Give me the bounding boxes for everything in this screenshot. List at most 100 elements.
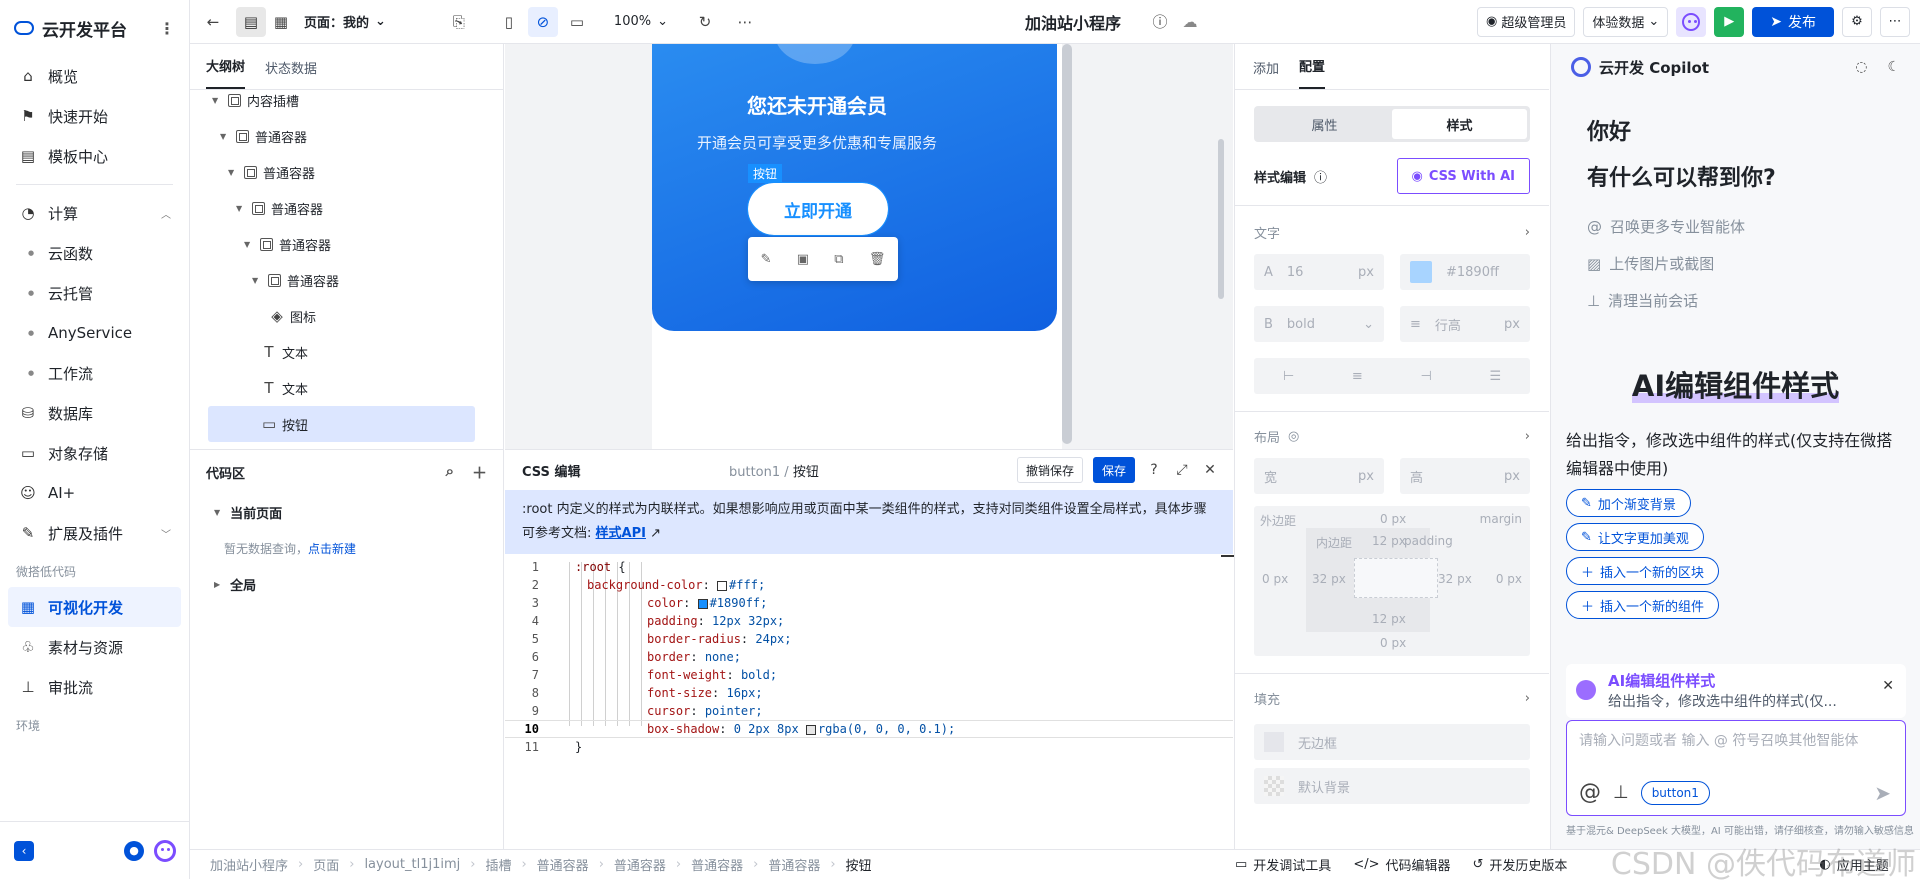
section-fill[interactable]: 填充 › [1235, 680, 1549, 716]
tree-node[interactable]: ▼ 普通容器 [190, 262, 503, 298]
font-size-field[interactable]: A 16 px [1254, 254, 1384, 290]
code-line[interactable]: 3 color: #1890ff; [505, 594, 1233, 612]
suggestion-chip[interactable]: ＋ 插入一个新的组件 [1566, 591, 1720, 619]
send-icon[interactable]: ➤ [1874, 783, 1891, 803]
more-button[interactable]: ⋯ [1880, 6, 1910, 37]
add-page-icon[interactable]: ⎘ [444, 7, 474, 37]
breadcrumb-item[interactable]: 插槽 [485, 855, 511, 874]
tree-node[interactable]: T 文本 [190, 370, 503, 406]
dev-tools-button[interactable]: ▭ 开发调试工具 [1235, 855, 1331, 874]
copilot-toggle-button[interactable] [1676, 6, 1707, 37]
color-swatch-icon[interactable] [717, 580, 728, 591]
color-swatch-icon[interactable] [805, 724, 816, 735]
segment-props[interactable]: 属性 [1257, 109, 1392, 139]
code-line[interactable]: 11} [505, 738, 1233, 756]
current-page-group[interactable]: ▼ 当前页面 [190, 494, 503, 530]
nav-anyservice[interactable]: ● AnyService [8, 313, 181, 353]
nav-visual-dev[interactable]: ▦ 可视化开发 [8, 587, 181, 627]
publish-button[interactable]: ➤ 发布 [1752, 6, 1834, 37]
suggestion-chip[interactable]: ✎ 让文字更加美观 [1566, 523, 1704, 551]
line-height-field[interactable]: ≡ 行高 px [1400, 306, 1530, 342]
hero-subtitle[interactable]: 开通会员可享受更多优惠和专属服务 [652, 132, 982, 153]
refresh-icon[interactable]: ↻ [690, 7, 720, 37]
tree-node[interactable]: T 文本 [190, 334, 503, 370]
back-arrow-icon[interactable]: ← [198, 7, 228, 37]
settings-button[interactable]: ⚙ [1842, 6, 1872, 37]
user-avatar-icon[interactable]: ● [124, 840, 144, 861]
section-layout[interactable]: 布局 ◎ › [1235, 418, 1549, 454]
caret-down-icon[interactable]: ▼ [228, 168, 238, 177]
moon-icon[interactable]: ☾ [1887, 59, 1900, 75]
page-selector[interactable]: 页面：我的 ⌄ [296, 12, 394, 31]
component-layout-icon[interactable]: ▦ [266, 7, 296, 37]
code-line[interactable]: 1:root { [505, 558, 1233, 576]
breadcrumb-item[interactable]: layout_tl1j1imj [364, 857, 460, 872]
tree-node[interactable]: ▼ 内容插槽 [190, 82, 503, 118]
section-text[interactable]: 文字 › [1235, 214, 1549, 250]
caret-down-icon[interactable]: ▼ [220, 132, 230, 141]
color-swatch-icon[interactable] [697, 598, 708, 609]
search-icon[interactable]: ⌕ [446, 462, 454, 483]
code-line[interactable]: 8 font-size: 16px; [505, 684, 1233, 702]
canvas-outer-scrollbar[interactable] [1218, 139, 1224, 299]
height-field[interactable]: 高 px [1400, 458, 1530, 494]
nav-extensions[interactable]: ✎ 扩展及插件 ﹀ [8, 513, 181, 553]
tree-node[interactable]: ◈ 图标 [190, 298, 503, 334]
at-icon[interactable]: @ [1579, 782, 1601, 804]
member-hero-card[interactable]: 您还未开通会员 开通会员可享受更多优惠和专属服务 按钮 立即开通 ✎ ▣ ⧉ 🗑 [652, 44, 1057, 331]
padding-right-value[interactable]: 32 px [1438, 572, 1472, 586]
context-tag[interactable]: button1 [1640, 781, 1710, 805]
tree-node[interactable]: ▼ 普通容器 [190, 226, 503, 262]
desktop-view-icon[interactable]: ▭ [562, 7, 592, 37]
font-color-field[interactable]: #1890ff [1400, 254, 1530, 290]
padding-bottom-value[interactable]: 12 px [1372, 612, 1406, 626]
tree-node[interactable]: ▼ 普通容器 [190, 118, 503, 154]
code-line[interactable]: 7 font-weight: bold; [505, 666, 1233, 684]
nav-compute[interactable]: ◔ 计算 ︿ [8, 193, 181, 233]
breadcrumb-item[interactable]: 普通容器 [768, 855, 820, 874]
padding-top-value[interactable]: 12 px [1372, 534, 1406, 548]
align-right-icon[interactable]: ⊣ [1420, 369, 1431, 384]
code-line[interactable]: 6 border: none; [505, 648, 1233, 666]
close-icon[interactable]: ✕ [1201, 462, 1219, 478]
active-agent-card[interactable]: AI编辑组件样式 给出指令，修改选中组件的样式(仅... ✕ [1566, 664, 1906, 718]
admin-role-button[interactable]: ◉ 超级管理员 [1476, 6, 1576, 37]
breadcrumb-item[interactable]: 普通容器 [537, 855, 589, 874]
data-mode-select[interactable]: 体验数据 ⌄ [1583, 6, 1669, 37]
nav-assets[interactable]: ♧ 素材与资源 [8, 627, 181, 667]
tree-node[interactable]: ▼ 普通容器 [190, 190, 503, 226]
undo-save-button[interactable]: 撤销保存 [1016, 457, 1083, 483]
miniprogram-view-icon[interactable]: ⊘ [527, 6, 558, 37]
margin-right-value[interactable]: 0 px [1496, 572, 1522, 586]
border-field[interactable]: 无边框 [1254, 724, 1530, 760]
caret-down-icon[interactable]: ▼ [236, 204, 246, 213]
style-api-link[interactable]: 样式API [596, 526, 646, 541]
width-field[interactable]: 宽 px [1254, 458, 1384, 494]
align-center-icon[interactable]: ≡ [1352, 369, 1363, 384]
nav-workflow[interactable]: ● 工作流 [8, 353, 181, 393]
open-membership-button[interactable]: 立即开通 [747, 182, 889, 236]
expand-icon[interactable]: ⤢ [1173, 462, 1191, 478]
preview-play-button[interactable]: ▶ [1714, 6, 1745, 37]
nav-ai[interactable]: ☺ AI+ [8, 473, 181, 513]
margin-bottom-value[interactable]: 0 px [1380, 636, 1406, 650]
create-query-link[interactable]: 点击新建 [308, 540, 356, 557]
help-icon[interactable]: ? [1145, 462, 1163, 478]
nav-cloud-function[interactable]: ● 云函数 [8, 233, 181, 273]
eye-icon[interactable]: ◎ [1288, 429, 1299, 444]
collapse-sidebar-icon[interactable]: ‹ [14, 840, 34, 861]
nav-cloud-hosting[interactable]: ● 云托管 [8, 273, 181, 313]
nav-storage[interactable]: ▭ 对象存储 [8, 433, 181, 473]
suggestion-chip[interactable]: ＋ 插入一个新的区块 [1566, 557, 1720, 585]
new-chat-icon[interactable]: ◌ [1855, 59, 1867, 75]
code-line[interactable]: 4 padding: 12px 32px; [505, 612, 1233, 630]
page-list-icon[interactable]: ▤ [236, 6, 266, 37]
breadcrumb-item[interactable]: 加油站小程序 [210, 855, 288, 874]
copilot-icon[interactable] [154, 839, 176, 862]
more-horizontal-icon[interactable]: ⋯ [730, 7, 760, 37]
copy-icon[interactable]: ⧉ [834, 252, 843, 267]
css-code-editor[interactable]: 1:root {2 background-color: #fff; 3 color: … [505, 554, 1233, 756]
copilot-chat-input[interactable]: 请输入问题或者 输入 @ 符号召唤其他智能体 @ ⊥ button1 ➤ [1566, 720, 1906, 816]
caret-down-icon[interactable]: ▼ [244, 240, 254, 249]
tab-add[interactable]: 添加 [1253, 58, 1279, 89]
